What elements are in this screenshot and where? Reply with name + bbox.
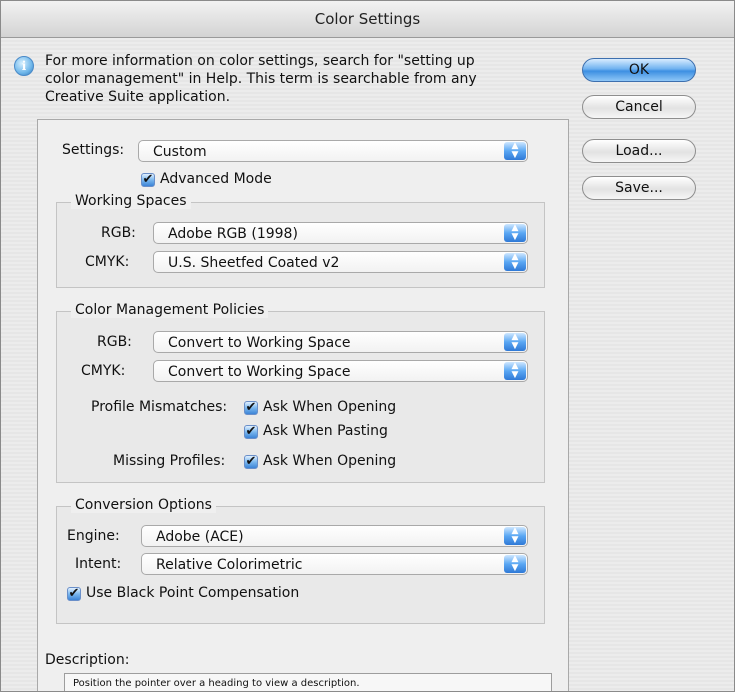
info-icon: i <box>14 56 34 76</box>
up-down-arrows-icon: ▲ ▼ <box>504 527 526 545</box>
dialog-content: i For more information on color settings… <box>1 38 734 691</box>
ask-when-pasting-checkbox[interactable]: ✔ <box>244 425 258 439</box>
cancel-button[interactable]: Cancel <box>582 95 696 119</box>
ask-when-pasting-label: Ask When Pasting <box>263 423 388 439</box>
window-title: Color Settings <box>1 1 734 38</box>
black-point-label: Use Black Point Compensation <box>86 585 300 601</box>
intent-label: Intent: <box>75 556 122 572</box>
policies-title: Color Management Policies <box>71 302 269 318</box>
missing-ask-when-opening-label: Ask When Opening <box>263 453 397 469</box>
ws-cmyk-select[interactable]: U.S. Sheetfed Coated v2 ▲ ▼ <box>153 251 528 273</box>
missing-ask-when-opening-checkbox[interactable]: ✔ <box>244 455 258 469</box>
description-label: Description: <box>45 652 130 668</box>
up-down-arrows-icon: ▲ ▼ <box>504 142 526 160</box>
policy-rgb-label: RGB: <box>97 334 132 350</box>
intent-select[interactable]: Relative Colorimetric ▲ ▼ <box>141 553 528 575</box>
settings-panel: Settings: Custom ▲ ▼ ✔ Advanced Mode Work… <box>37 119 569 691</box>
missing-profiles-label: Missing Profiles: <box>113 453 226 469</box>
settings-label: Settings: <box>62 142 125 158</box>
policy-rgb-select[interactable]: Convert to Working Space ▲ ▼ <box>153 331 528 353</box>
color-policies-group: Color Management Policies RGB: Convert t… <box>56 302 545 483</box>
conversion-title: Conversion Options <box>71 497 216 513</box>
info-line-1: For more information on color settings, … <box>45 53 475 69</box>
info-line-3: Creative Suite application. <box>45 89 231 105</box>
info-text: For more information on color settings, … <box>45 52 565 106</box>
policy-cmyk-value: Convert to Working Space <box>168 364 351 380</box>
load-button[interactable]: Load... <box>582 139 696 163</box>
up-down-arrows-icon: ▲ ▼ <box>504 333 526 351</box>
ok-button[interactable]: OK <box>582 58 696 82</box>
ask-when-opening-checkbox[interactable]: ✔ <box>244 401 258 415</box>
description-text: Position the pointer over a heading to v… <box>73 678 360 689</box>
profile-mismatches-label: Profile Mismatches: <box>91 399 228 415</box>
advanced-mode-checkbox[interactable]: ✔ <box>141 173 155 187</box>
settings-select[interactable]: Custom ▲ ▼ <box>138 140 528 162</box>
working-spaces-group: Working Spaces RGB: Adobe RGB (1998) ▲ ▼ … <box>56 193 545 288</box>
up-down-arrows-icon: ▲ ▼ <box>504 362 526 380</box>
policy-rgb-value: Convert to Working Space <box>168 335 351 351</box>
conversion-options-group: Conversion Options Engine: Adobe (ACE) ▲… <box>56 497 545 624</box>
color-settings-dialog: Color Settings i For more information on… <box>0 0 735 692</box>
ws-cmyk-label: CMYK: <box>85 254 130 270</box>
ask-when-opening-label: Ask When Opening <box>263 399 397 415</box>
black-point-checkbox[interactable]: ✔ <box>67 587 81 601</box>
engine-value: Adobe (ACE) <box>156 529 244 545</box>
settings-select-value: Custom <box>153 144 207 160</box>
ws-rgb-label: RGB: <box>101 225 136 241</box>
save-button[interactable]: Save... <box>582 176 696 200</box>
info-line-2: color management" in Help. This term is … <box>45 71 477 87</box>
up-down-arrows-icon: ▲ ▼ <box>504 555 526 573</box>
ws-rgb-value: Adobe RGB (1998) <box>168 226 298 242</box>
up-down-arrows-icon: ▲ ▼ <box>504 224 526 242</box>
up-down-arrows-icon: ▲ ▼ <box>504 253 526 271</box>
policy-cmyk-label: CMYK: <box>81 363 126 379</box>
ws-cmyk-value: U.S. Sheetfed Coated v2 <box>168 255 340 271</box>
ws-rgb-select[interactable]: Adobe RGB (1998) ▲ ▼ <box>153 222 528 244</box>
advanced-mode-label: Advanced Mode <box>160 171 272 187</box>
intent-value: Relative Colorimetric <box>156 557 303 573</box>
description-box: Position the pointer over a heading to v… <box>64 673 552 691</box>
engine-label: Engine: <box>67 528 120 544</box>
engine-select[interactable]: Adobe (ACE) ▲ ▼ <box>141 525 528 547</box>
policy-cmyk-select[interactable]: Convert to Working Space ▲ ▼ <box>153 360 528 382</box>
working-spaces-title: Working Spaces <box>71 193 191 209</box>
